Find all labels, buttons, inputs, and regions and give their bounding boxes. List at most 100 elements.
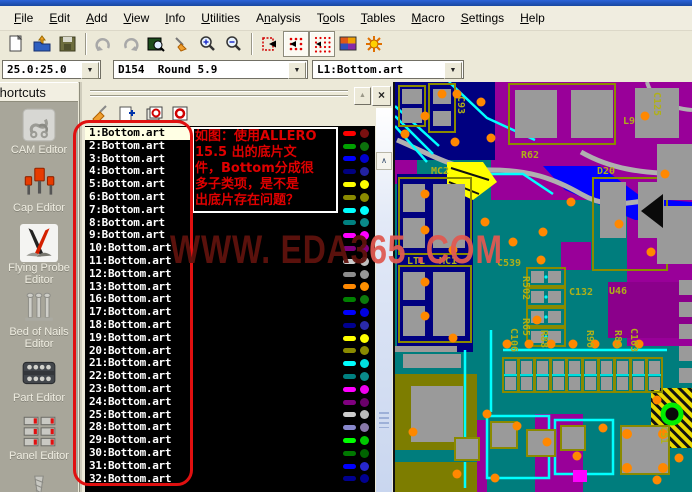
menu-item-tables[interactable]: Tables	[353, 8, 404, 28]
film-row[interactable]: 18:Bottom.art	[85, 319, 375, 332]
sidebar-item-flying-probe-editor[interactable]: Flying Probe Editor	[0, 224, 78, 286]
scrollbar-grip[interactable]	[379, 412, 389, 428]
layer-dot-swatch	[360, 398, 369, 407]
menu-item-help[interactable]: Help	[512, 8, 553, 28]
film-row-label: 6:Bottom.art	[85, 190, 165, 203]
menu-item-settings[interactable]: Settings	[453, 8, 512, 28]
new-drawing-icon[interactable]	[116, 104, 138, 124]
film-row[interactable]: 32:Bottom.art	[85, 473, 375, 486]
dcode-combo[interactable]: D154 Round 5.9 ▼	[113, 60, 308, 79]
menu-item-tools[interactable]: Tools	[309, 8, 353, 28]
film-color-chip[interactable]	[343, 127, 374, 140]
film-color-chip[interactable]	[343, 229, 374, 242]
snap-grid-icon[interactable]	[283, 31, 309, 57]
film-color-chip[interactable]	[343, 217, 374, 230]
snap-grid-dense-icon[interactable]	[309, 31, 335, 57]
save-icon[interactable]	[55, 31, 81, 57]
film-row[interactable]: 12:Bottom.art	[85, 268, 375, 281]
panel-splitter[interactable]	[90, 90, 348, 92]
pcb-ref-label: R65	[520, 318, 531, 336]
highlight-icon[interactable]	[361, 31, 387, 57]
menu-item-file[interactable]: File	[6, 8, 41, 28]
panel-splitter[interactable]	[90, 95, 348, 97]
film-color-chip[interactable]	[343, 447, 374, 460]
film-row-label: 8:Bottom.art	[85, 216, 165, 229]
menu-item-utilities[interactable]: Utilities	[193, 8, 248, 28]
film-row[interactable]: 19:Bottom.art	[85, 332, 375, 345]
film-color-chip[interactable]	[343, 293, 374, 306]
layer-dot-swatch	[360, 142, 369, 151]
sidebar-item-cam-editor[interactable]: CAM Editor	[0, 106, 78, 156]
film-color-chip[interactable]	[343, 191, 374, 204]
film-color-chip[interactable]	[343, 268, 374, 281]
sidebar-item-panel-editor[interactable]: Panel Editor	[0, 412, 78, 462]
film-color-chip[interactable]	[343, 473, 374, 486]
pcb-view[interactable]: MC2C93L9C125R62D20R502R65C539MC1LTLC132U…	[393, 82, 692, 492]
film-row[interactable]: 29:Bottom.art	[85, 434, 375, 447]
film-color-chip[interactable]	[343, 409, 374, 422]
film-row-label: 9:Bottom.art	[85, 228, 165, 241]
film-color-chip[interactable]	[343, 357, 374, 370]
brush-icon[interactable]	[90, 104, 112, 124]
menu-item-add[interactable]: Add	[78, 8, 115, 28]
zoom-out-icon[interactable]	[221, 31, 247, 57]
shortcuts-header[interactable]: Shortcuts	[0, 82, 78, 102]
close-icon[interactable]: ×	[372, 86, 391, 106]
redo-icon[interactable]	[117, 31, 143, 57]
film-row[interactable]: 23:Bottom.art	[85, 383, 375, 396]
film-color-chip[interactable]	[343, 165, 374, 178]
film-color-chip[interactable]	[343, 345, 374, 358]
film-color-chip[interactable]	[343, 383, 374, 396]
film-row[interactable]: 11:Bottom.art	[85, 255, 375, 268]
film-color-chip[interactable]	[343, 153, 374, 166]
sidebar-item-cap-editor[interactable]: Cap Editor	[0, 164, 78, 214]
film-color-chip[interactable]	[343, 421, 374, 434]
film-color-chip[interactable]	[343, 281, 374, 294]
film-row-label: 7:Bottom.art	[85, 203, 165, 216]
chevron-down-icon[interactable]: ▼	[288, 62, 306, 79]
film-color-chip[interactable]	[343, 370, 374, 383]
chevron-down-icon[interactable]: ▼	[444, 62, 462, 79]
active-layer-combo[interactable]: L1:Bottom.art ▼	[312, 60, 464, 79]
chevron-up-icon[interactable]: ∧	[376, 152, 392, 170]
film-color-chip[interactable]	[343, 306, 374, 319]
chevron-down-icon[interactable]: ▼	[81, 62, 99, 79]
sidebar-item-bed-of-nails-editor[interactable]: Bed of Nails Editor	[0, 288, 78, 350]
film-row[interactable]: 24:Bottom.art	[85, 396, 375, 409]
menu-item-info[interactable]: Info	[157, 8, 193, 28]
zoom-grid-combo[interactable]: 25.0:25.0 ▼	[2, 60, 101, 79]
film-color-chip[interactable]	[343, 434, 374, 447]
film-row-label: 1:Bottom.art	[85, 126, 165, 139]
film-color-chip[interactable]	[343, 140, 374, 153]
menu-item-edit[interactable]: Edit	[41, 8, 78, 28]
new-file-icon[interactable]	[3, 31, 29, 57]
open-file-icon[interactable]	[29, 31, 55, 57]
annotation-note: 如图：使用ALLERO 15.5 出的底片文 件，Bottom分成很 多子类项，…	[192, 127, 338, 213]
film-color-chip[interactable]	[343, 242, 374, 255]
film-color-chip[interactable]	[343, 255, 374, 268]
menu-item-macro[interactable]: Macro	[403, 8, 452, 28]
panel-rollup-button[interactable]: ▲	[354, 87, 371, 105]
undo-icon[interactable]	[91, 31, 117, 57]
menu-item-view[interactable]: View	[115, 8, 157, 28]
menu-item-analysis[interactable]: Analysis	[248, 8, 309, 28]
film-color-chip[interactable]	[343, 460, 374, 473]
pad-edit-icon[interactable]	[257, 31, 283, 57]
layer-dash-swatch	[343, 425, 356, 430]
film-color-chip[interactable]	[343, 178, 374, 191]
query-item-icon[interactable]	[143, 31, 169, 57]
film-row[interactable]: 30:Bottom.art	[85, 447, 375, 460]
film-color-chip[interactable]	[343, 319, 374, 332]
cleanup-brush-icon[interactable]	[169, 31, 195, 57]
film-0-icon[interactable]	[170, 104, 192, 124]
zoom-in-icon[interactable]	[195, 31, 221, 57]
film-color-chip[interactable]	[343, 396, 374, 409]
film-color-chip[interactable]	[343, 332, 374, 345]
color-table-icon[interactable]	[335, 31, 361, 57]
sidebar-item-part-editor[interactable]: Part Editor	[0, 354, 78, 404]
film-color-chip[interactable]	[343, 204, 374, 217]
layer-dash-swatch	[343, 412, 356, 417]
film-1-icon[interactable]	[144, 104, 166, 124]
film-row[interactable]: 31:Bottom.art	[85, 460, 375, 473]
sidebar-item-nc-editor[interactable]	[0, 474, 78, 492]
